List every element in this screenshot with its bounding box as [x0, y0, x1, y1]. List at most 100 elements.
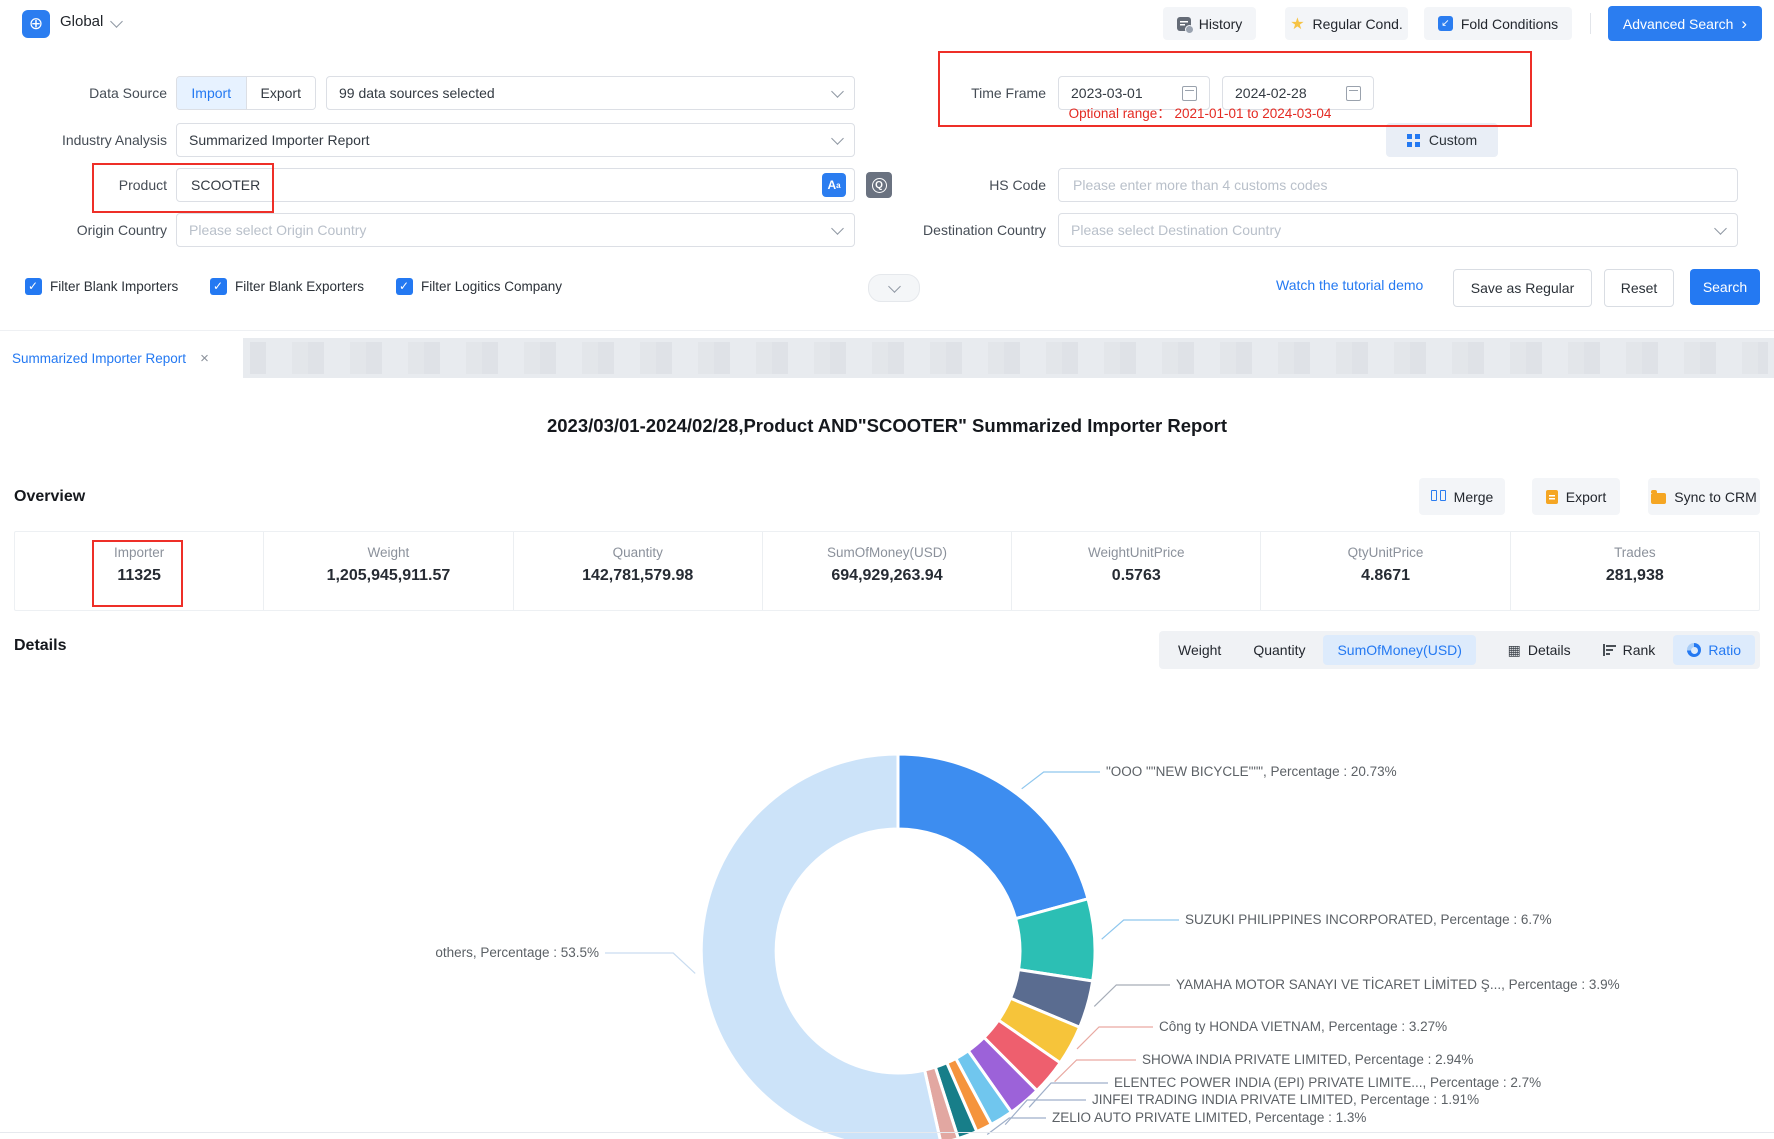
label-leader-line	[1022, 772, 1100, 789]
view-toggle-group: ▦ Details Rank Ratio	[1489, 631, 1760, 669]
custom-range-button[interactable]: Custom	[1386, 123, 1498, 157]
industry-analysis-select[interactable]: Summarized Importer Report	[176, 123, 855, 157]
save-as-regular-button[interactable]: Save as Regular	[1453, 269, 1592, 307]
expand-conditions-button[interactable]	[868, 274, 920, 302]
stat-importer: Importer11325	[15, 532, 263, 610]
chart-label-jinfei: JINFEI TRADING INDIA PRIVATE LIMITED, Pe…	[1092, 1090, 1479, 1110]
label-leader-line	[1077, 1027, 1153, 1049]
chevron-down-icon	[831, 132, 844, 145]
product-input[interactable]	[189, 176, 810, 194]
chart-label-honda: Công ty HONDA VIETNAM, Percentage : 3.27…	[1159, 1017, 1447, 1037]
product-label: Product	[0, 168, 167, 202]
chart-label-yamaha: YAMAHA MOTOR SANAYI VE TİCARET LİMİTED Ş…	[1176, 975, 1620, 995]
overview-stats-card: Importer11325 Weight1,205,945,911.57 Qua…	[14, 531, 1760, 611]
merge-icon	[1431, 490, 1446, 503]
region-selector[interactable]: Global	[60, 13, 103, 30]
import-toggle[interactable]: Import	[177, 77, 246, 109]
search-button[interactable]: Search	[1690, 269, 1760, 305]
rank-icon	[1603, 644, 1616, 656]
time-frame-label: Time Frame	[860, 76, 1046, 110]
chart-label-others: others, Percentage : 53.5%	[435, 943, 599, 963]
origin-country-select[interactable]: Please select Origin Country	[176, 213, 855, 247]
hs-code-input-wrap	[1058, 168, 1738, 202]
close-icon[interactable]: ×	[200, 350, 209, 367]
chart-label-showa: SHOWA INDIA PRIVATE LIMITED, Percentage …	[1142, 1050, 1473, 1070]
regular-cond-button[interactable]: ★ Regular Cond.	[1285, 7, 1408, 40]
divider	[1590, 13, 1591, 34]
fold-icon: ↙	[1438, 16, 1453, 31]
metric-tab-sumofmoney[interactable]: SumOfMoney(USD)	[1323, 635, 1475, 665]
document-icon	[1546, 490, 1558, 504]
history-button[interactable]: History	[1163, 7, 1256, 40]
destination-country-select[interactable]: Please select Destination Country	[1058, 213, 1738, 247]
sync-to-crm-button[interactable]: Sync to CRM	[1648, 478, 1760, 515]
chevron-down-icon	[888, 280, 901, 293]
label-leader-line	[1102, 920, 1179, 939]
grid-icon	[1407, 134, 1412, 139]
details-heading: Details	[14, 637, 66, 655]
table-top-border	[0, 1132, 1774, 1133]
view-tab-ratio[interactable]: Ratio	[1673, 635, 1755, 665]
pie-slice[interactable]	[898, 754, 1088, 919]
data-source-toggle: Import Export	[176, 76, 316, 110]
origin-country-label: Origin Country	[0, 213, 167, 247]
hs-code-input[interactable]	[1071, 176, 1725, 194]
label-leader-line	[1094, 985, 1170, 1006]
tab-summarized-importer-report[interactable]: Summarized Importer Report ×	[0, 338, 243, 378]
chevron-down-icon	[1714, 222, 1727, 235]
tutorial-link[interactable]: Watch the tutorial demo	[1276, 277, 1423, 293]
donut-icon	[1687, 643, 1701, 657]
stat-quantity: Quantity142,781,579.98	[513, 532, 762, 610]
folder-icon	[1651, 493, 1666, 504]
history-icon	[1177, 17, 1191, 31]
data-source-label: Data Source	[0, 76, 167, 110]
product-input-wrap	[176, 168, 855, 202]
calendar-icon	[1346, 86, 1361, 101]
search-form: Data Source Import Export 99 data source…	[0, 47, 1774, 331]
filter-blank-exporters-label: Filter Blank Exporters	[235, 278, 364, 295]
top-bar: ⊕ Global History ★ Regular Cond. ↙ Fold …	[0, 0, 1774, 48]
fold-conditions-button[interactable]: ↙ Fold Conditions	[1424, 7, 1572, 40]
stat-qtyunitprice: QtyUnitPrice4.8671	[1260, 532, 1509, 610]
destination-country-label: Destination Country	[860, 213, 1046, 247]
chevron-down-icon	[831, 222, 844, 235]
view-tab-rank[interactable]: Rank	[1589, 635, 1670, 665]
stat-weight: Weight1,205,945,911.57	[263, 532, 512, 610]
chevron-down-icon	[831, 85, 844, 98]
chevron-right-icon: ›	[1741, 14, 1747, 34]
chart-label-suzuki: SUZUKI PHILIPPINES INCORPORATED, Percent…	[1185, 910, 1552, 930]
filter-blank-importers-label: Filter Blank Importers	[50, 278, 178, 295]
metric-tab-quantity[interactable]: Quantity	[1239, 635, 1319, 665]
translate-icon[interactable]: Aa	[822, 173, 846, 197]
metric-tab-weight[interactable]: Weight	[1164, 635, 1235, 665]
tab-strip: Summarized Importer Report ×	[0, 338, 1774, 378]
overview-heading: Overview	[14, 488, 85, 506]
export-toggle[interactable]: Export	[246, 77, 316, 109]
export-button[interactable]: Export	[1532, 478, 1620, 515]
star-icon: ★	[1290, 14, 1304, 34]
hs-code-label: HS Code	[860, 168, 1046, 202]
stat-weightunitprice: WeightUnitPrice0.5763	[1011, 532, 1260, 610]
filter-logitics-company-label: Filter Logitics Company	[421, 278, 562, 295]
optional-range-note: Optional range： 2021-01-01 to 2024-03-04	[1025, 102, 1375, 122]
report-title: 2023/03/01-2024/02/28,Product AND"SCOOTE…	[0, 415, 1774, 437]
filter-blank-importers-checkbox[interactable]	[25, 278, 42, 295]
filter-blank-exporters-checkbox[interactable]	[210, 278, 227, 295]
chevron-down-icon[interactable]	[110, 15, 123, 28]
stat-sumofmoney: SumOfMoney(USD)694,929,263.94	[762, 532, 1011, 610]
industry-analysis-label: Industry Analysis	[0, 123, 167, 157]
calendar-icon	[1182, 86, 1197, 101]
chart-label-zelio: ZELIO AUTO PRIVATE LIMITED, Percentage :…	[1052, 1108, 1366, 1128]
globe-icon: ⊕	[22, 10, 50, 38]
blurred-tabs	[250, 342, 1768, 374]
filter-logitics-company-checkbox[interactable]	[396, 278, 413, 295]
label-leader-line	[605, 953, 695, 973]
chart-label-ooo-new-bicycle: "OOO ""NEW BICYCLE""", Percentage : 20.7…	[1106, 762, 1397, 782]
view-tab-details[interactable]: ▦ Details	[1494, 635, 1585, 665]
table-icon: ▦	[1508, 643, 1521, 657]
merge-button[interactable]: Merge	[1419, 478, 1505, 515]
data-sources-select[interactable]: 99 data sources selected	[326, 76, 855, 110]
reset-button[interactable]: Reset	[1604, 269, 1674, 307]
stat-trades: Trades281,938	[1510, 532, 1759, 610]
advanced-search-button[interactable]: Advanced Search ›	[1608, 6, 1762, 41]
